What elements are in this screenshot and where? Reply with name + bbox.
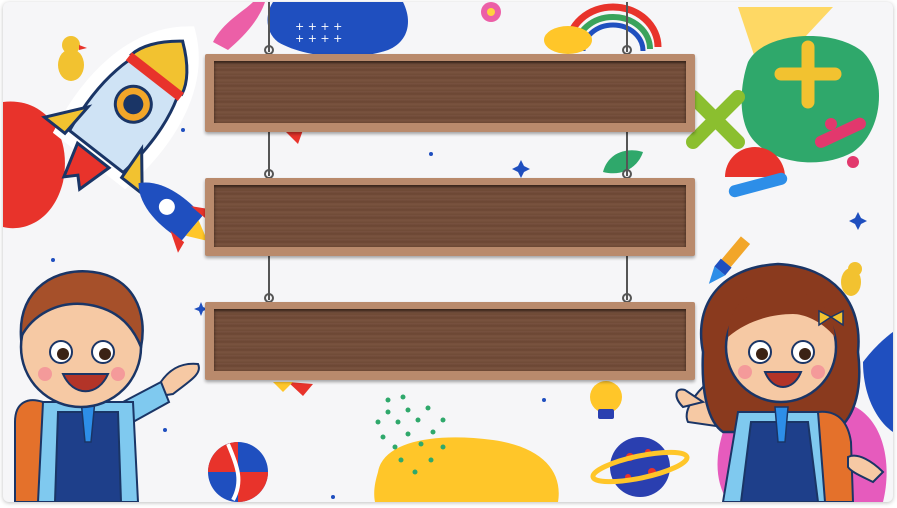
wooden-board-1[interactable] — [205, 54, 695, 132]
slide-canvas: + + + + + + + + — [3, 2, 893, 502]
wooden-board-2[interactable] — [205, 178, 695, 256]
wooden-board-3[interactable] — [205, 302, 695, 380]
